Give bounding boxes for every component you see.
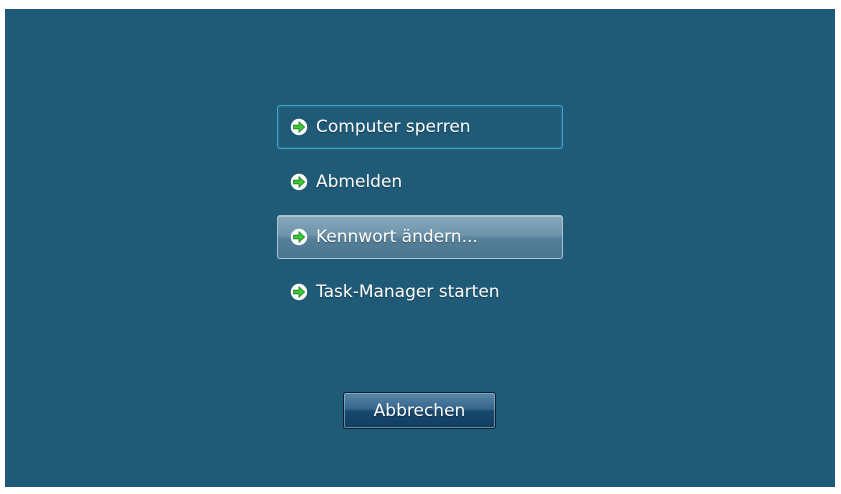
start-task-manager-option[interactable]: Task-Manager starten xyxy=(277,270,563,314)
green-arrow-icon xyxy=(290,228,308,246)
secure-attention-screen: Computer sperren Abmelden Kennwort änder… xyxy=(5,9,835,487)
green-arrow-icon xyxy=(290,118,308,136)
green-arrow-icon xyxy=(290,283,308,301)
change-password-label: Kennwort ändern... xyxy=(316,227,478,247)
green-arrow-icon xyxy=(290,173,308,191)
options-menu: Computer sperren Abmelden Kennwort änder… xyxy=(277,105,563,325)
lock-computer-option[interactable]: Computer sperren xyxy=(277,105,563,149)
lock-computer-label: Computer sperren xyxy=(316,117,471,137)
cancel-button[interactable]: Abbrechen xyxy=(343,392,496,429)
log-off-label: Abmelden xyxy=(316,172,403,192)
log-off-option[interactable]: Abmelden xyxy=(277,160,563,204)
change-password-option[interactable]: Kennwort ändern... xyxy=(277,215,563,259)
start-task-manager-label: Task-Manager starten xyxy=(316,282,500,302)
